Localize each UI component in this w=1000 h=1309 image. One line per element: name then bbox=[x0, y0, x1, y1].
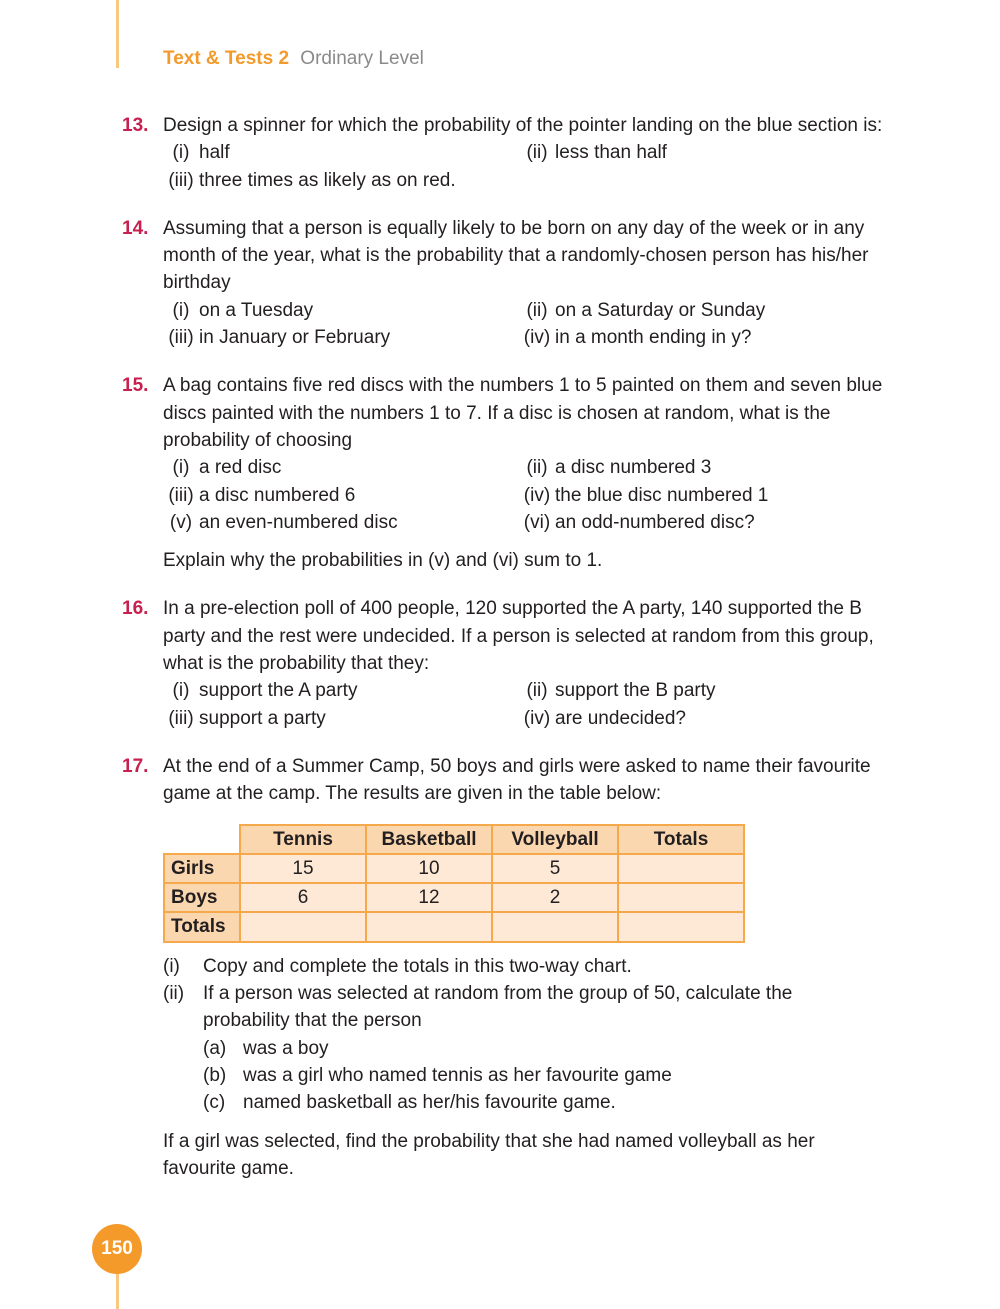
question-15: 15. A bag contains five red discs with t… bbox=[122, 372, 892, 574]
question-17: 17. At the end of a Summer Camp, 50 boys… bbox=[122, 753, 892, 1182]
row-header: Totals bbox=[163, 911, 241, 943]
question-note: Explain why the probabilities in (v) and… bbox=[163, 550, 603, 572]
table-row: Totals bbox=[163, 911, 745, 943]
question-13: 13. Design a spinner for which the proba… bbox=[122, 112, 892, 194]
table-row: Girls 15 10 5 bbox=[163, 852, 745, 885]
table-cell: 10 bbox=[365, 852, 493, 885]
page-number-badge: 150 bbox=[92, 1224, 142, 1274]
question-part: (i) support the A party bbox=[172, 680, 358, 702]
table-cell bbox=[617, 882, 745, 914]
sub-part: (b) was a girl who named tennis as her fa… bbox=[203, 1064, 672, 1086]
sub-part: (c) named basketball as her/his favourite… bbox=[203, 1092, 616, 1114]
question-text: A bag contains five red discs with the n… bbox=[163, 375, 883, 451]
margin-line bbox=[116, 0, 119, 68]
question-number: 14. bbox=[122, 217, 149, 239]
question-part: (iii) in January or February bbox=[168, 327, 391, 349]
question-part: (iv) in a month ending in y? bbox=[523, 327, 752, 349]
question-number: 16. bbox=[122, 598, 149, 620]
question-note: If a girl was selected, find the probabi… bbox=[163, 1130, 815, 1179]
question-part: (ii) support the B party bbox=[526, 680, 716, 702]
sub-part: (a) was a boy bbox=[203, 1037, 329, 1059]
table-cell bbox=[491, 911, 619, 943]
question-part: (iv) are undecided? bbox=[523, 707, 686, 729]
table-cell bbox=[365, 911, 493, 943]
table-header-row: Tennis Basketball Volleyball Totals bbox=[164, 823, 745, 855]
question-part: (vi) an odd-numbered disc? bbox=[523, 511, 755, 533]
question-part: (iv) the blue disc numbered 1 bbox=[523, 484, 769, 506]
question-part: (iii) support a party bbox=[168, 707, 326, 729]
book-title: Text & Tests 2 bbox=[163, 48, 290, 69]
question-part: (v) an even-numbered disc bbox=[169, 511, 398, 533]
question-part: (i) a red disc bbox=[172, 457, 282, 479]
question-text: Design a spinner for which the probabili… bbox=[163, 115, 883, 136]
question-number: 17. bbox=[122, 755, 149, 777]
question-text: In a pre-election poll of 400 people, 12… bbox=[163, 598, 874, 675]
table-cell: 6 bbox=[239, 882, 367, 914]
question-number: 15. bbox=[122, 375, 149, 397]
question-16: 16. In a pre-election poll of 400 people… bbox=[122, 595, 892, 731]
column-header: Tennis bbox=[239, 823, 367, 855]
table-row: Boys 6 12 2 bbox=[163, 882, 745, 914]
table-cell: 15 bbox=[239, 852, 367, 885]
running-header: Text & Tests 2 Ordinary Level bbox=[163, 48, 424, 70]
question-part: (ii) If a person was selected at random f… bbox=[163, 983, 793, 1032]
question-part: (i) on a Tuesday bbox=[172, 299, 314, 321]
table-corner bbox=[164, 825, 240, 854]
two-way-table: Tennis Basketball Volleyball Totals Girl… bbox=[163, 823, 745, 943]
column-header: Volleyball bbox=[491, 823, 619, 855]
question-text: At the end of a Summer Camp, 50 boys and… bbox=[163, 755, 871, 805]
question-part: (iii) three times as likely as on red. bbox=[168, 169, 456, 191]
book-level: Ordinary Level bbox=[300, 48, 424, 69]
row-header: Girls bbox=[163, 852, 241, 885]
question-part: (ii) less than half bbox=[526, 142, 667, 164]
question-part: (i) Copy and complete the totals in this … bbox=[163, 955, 632, 977]
table-cell bbox=[617, 852, 745, 885]
question-part: (ii) on a Saturday or Sunday bbox=[526, 299, 766, 321]
table-cell bbox=[239, 911, 367, 943]
table-cell: 5 bbox=[491, 852, 619, 885]
table-cell: 2 bbox=[491, 882, 619, 914]
row-header: Boys bbox=[163, 882, 241, 914]
question-14: 14. Assuming that a person is equally li… bbox=[122, 215, 892, 351]
question-text: Assuming that a person is equally likely… bbox=[163, 217, 869, 294]
question-part: (iii) a disc numbered 6 bbox=[168, 484, 356, 506]
question-number: 13. bbox=[122, 115, 149, 136]
exercise-content: 13. Design a spinner for which the proba… bbox=[122, 112, 892, 1203]
question-part: (ii) a disc numbered 3 bbox=[526, 457, 712, 479]
column-header: Totals bbox=[617, 823, 745, 855]
column-header: Basketball bbox=[365, 823, 493, 855]
margin-line bbox=[116, 1270, 119, 1309]
table-cell bbox=[617, 911, 745, 943]
question-part: (i) half bbox=[172, 142, 230, 164]
table-cell: 12 bbox=[365, 882, 493, 914]
